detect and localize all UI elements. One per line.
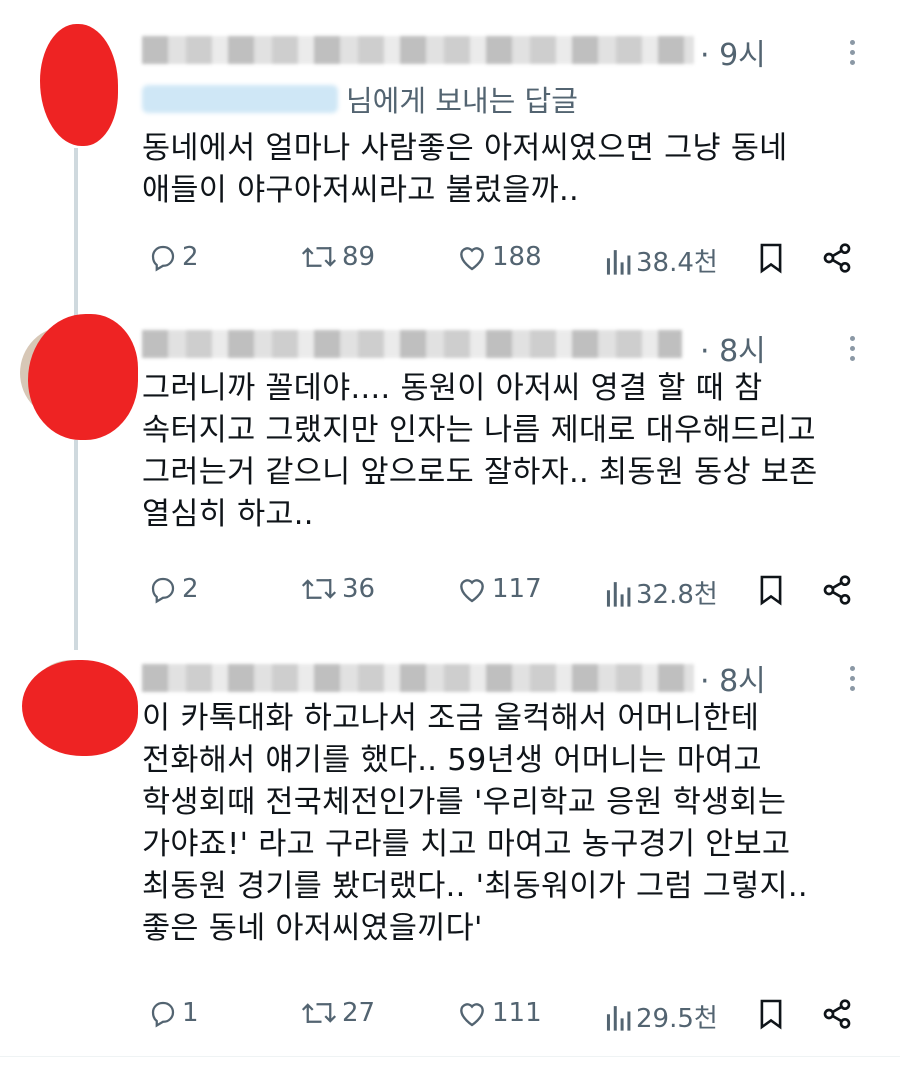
author-name-redacted[interactable] <box>142 664 694 692</box>
reply-icon <box>151 577 175 604</box>
bookmark-icon <box>760 575 782 606</box>
reply-count: 2 <box>182 574 199 604</box>
retweet-icon <box>301 1003 337 1023</box>
views-button[interactable]: 32.8천 <box>604 574 718 611</box>
timestamp[interactable]: · 8시 <box>700 656 766 700</box>
views-count: 29.5천 <box>636 1004 718 1034</box>
like-button[interactable]: 188 <box>456 242 542 272</box>
retweet-count: 27 <box>342 998 376 1028</box>
more-icon[interactable] <box>848 40 856 65</box>
tweet-text: 동네에서 얼마나 사람좋은 아저씨였으면 그냥 동네 애들이 야구아저씨라고 불… <box>142 131 788 208</box>
avatar[interactable] <box>22 660 138 756</box>
timestamp[interactable]: · 8시 <box>700 326 766 370</box>
avatar[interactable] <box>28 314 138 440</box>
share-button[interactable] <box>820 998 854 1030</box>
bookmark-button[interactable] <box>758 998 784 1030</box>
avatar[interactable] <box>40 24 118 146</box>
like-button[interactable]: 117 <box>456 574 542 604</box>
like-icon <box>460 579 484 603</box>
reply-count: 2 <box>182 242 199 272</box>
views-icon <box>606 581 631 607</box>
more-icon[interactable] <box>848 666 856 691</box>
share-icon <box>823 575 851 605</box>
views-count: 32.8천 <box>636 580 718 610</box>
retweet-button[interactable]: 27 <box>300 998 375 1028</box>
action-bar: 2 36 117 32.8천 <box>0 574 900 614</box>
reply-to-line: 님에게 보내는 답글 <box>142 83 578 118</box>
tweet-2[interactable]: · 8시 그러니까 꼴데야.... 동원이 아저씨 영결 할 때 참 속터지고 … <box>0 300 900 630</box>
reply-button[interactable]: 2 <box>148 574 199 604</box>
retweet-button[interactable]: 36 <box>300 574 375 604</box>
retweet-count: 36 <box>342 574 376 604</box>
reply-to-text: 님에게 보내는 답글 <box>346 84 578 118</box>
views-button[interactable]: 38.4천 <box>604 242 718 279</box>
reply-button[interactable]: 1 <box>148 998 199 1028</box>
like-icon <box>460 1003 484 1027</box>
share-icon <box>823 243 851 273</box>
views-button[interactable]: 29.5천 <box>604 998 718 1035</box>
bookmark-icon <box>760 999 782 1030</box>
bookmark-icon <box>760 243 782 274</box>
tweet-1[interactable]: · 9시 님에게 보내는 답글 동네에서 얼마나 사람좋은 아저씨였으면 그냥 … <box>0 0 900 300</box>
author-name-redacted[interactable] <box>142 36 694 64</box>
action-bar: 2 89 188 38.4천 <box>0 242 900 282</box>
views-icon <box>606 1005 631 1031</box>
like-button[interactable]: 111 <box>456 998 542 1028</box>
reply-icon <box>151 245 175 272</box>
share-button[interactable] <box>820 574 854 606</box>
retweet-icon <box>301 247 337 267</box>
reply-button[interactable]: 2 <box>148 242 199 272</box>
reply-count: 1 <box>182 998 199 1028</box>
timestamp[interactable]: · 9시 <box>700 30 766 74</box>
views-icon <box>606 249 631 275</box>
tweet-text: 이 카톡대화 하고나서 조금 울컥해서 어머니한테 전화해서 얘기를 했다.. … <box>142 701 808 946</box>
retweet-button[interactable]: 89 <box>300 242 375 272</box>
bookmark-button[interactable] <box>758 242 784 274</box>
like-icon <box>460 247 484 271</box>
like-count: 111 <box>492 998 542 1028</box>
share-button[interactable] <box>820 242 854 274</box>
tweet-3[interactable]: · 8시 이 카톡대화 하고나서 조금 울컥해서 어머니한테 전화해서 얘기를 … <box>0 630 900 1069</box>
reply-target-redacted[interactable] <box>142 85 338 113</box>
reply-icon <box>151 1001 175 1028</box>
share-icon <box>823 999 851 1029</box>
divider <box>0 1056 900 1057</box>
like-count: 117 <box>492 574 542 604</box>
tweet-text: 그러니까 꼴데야.... 동원이 아저씨 영결 할 때 참 속터지고 그랬지만 … <box>142 371 818 532</box>
action-bar: 1 27 111 29.5천 <box>0 998 900 1038</box>
bookmark-button[interactable] <box>758 574 784 606</box>
views-count: 38.4천 <box>636 248 718 278</box>
more-icon[interactable] <box>848 336 856 361</box>
like-count: 188 <box>492 242 542 272</box>
author-name-redacted[interactable] <box>142 330 682 358</box>
retweet-icon <box>301 579 337 599</box>
retweet-count: 89 <box>342 242 376 272</box>
